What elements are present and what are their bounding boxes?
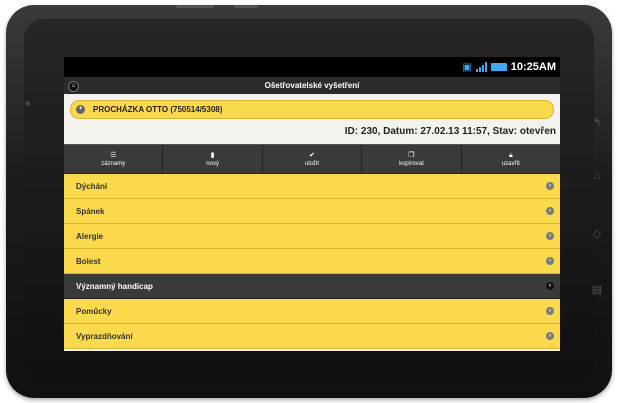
record-info-text: ID: 230, Datum: 27.02.13 11:57, Stav: ot… [344, 126, 556, 137]
list-item-spanek[interactable]: Spánek › [64, 199, 560, 224]
patient-bar[interactable]: + PROCHÁZKA OTTO (750514/5308) [70, 100, 554, 119]
list-item-pomucky[interactable]: Pomůcky › [64, 299, 560, 324]
list-item-vyprazdnovani[interactable]: Vyprazdňování › [64, 324, 560, 349]
copy-icon: ❐ [408, 151, 415, 159]
chevron-right-icon: › [546, 257, 554, 265]
search-hardware-icon[interactable]: ▤ [591, 284, 603, 296]
chevron-right-icon: › [546, 307, 554, 315]
list-item-dychani[interactable]: Dýchání › [64, 174, 560, 199]
list-item-alergie[interactable]: Alergie › [64, 224, 560, 249]
volume-button [176, 5, 214, 8]
list-item-label: Bolest [76, 256, 101, 266]
copy-button[interactable]: ❐ kopírovat [362, 145, 462, 173]
signal-icon [475, 62, 487, 72]
list-item-label: Pomůcky [76, 306, 112, 316]
section-list: Dýchání › Spánek › Alergie › Bolest › Vý… [64, 174, 560, 349]
new-document-icon: ▮ [210, 151, 215, 159]
list-item-label: Dýchání [76, 181, 108, 191]
list-item-label: Vyprazdňování [76, 331, 133, 341]
battery-icon [490, 63, 507, 71]
check-icon: ✔ [309, 151, 315, 159]
close-record-button-label: uzavřít [501, 160, 520, 167]
page-title: Ošetřovatelské vyšetření [264, 81, 360, 90]
patient-name: PROCHÁZKA OTTO (750514/5308) [93, 105, 223, 114]
list-item-bolest[interactable]: Bolest › [64, 249, 560, 274]
chevron-right-icon: › [546, 232, 554, 240]
save-button[interactable]: ✔ uložit [263, 145, 363, 173]
power-button [234, 5, 258, 8]
home-hardware-icon[interactable]: ⌂ [591, 170, 603, 182]
camera-icon [25, 101, 30, 106]
chevron-right-icon: › [546, 332, 554, 340]
chevron-right-icon: › [546, 282, 554, 290]
usb-icon: ▣ [462, 61, 472, 73]
copy-button-label: kopírovat [399, 160, 424, 167]
toolbar: ☰ záznamy ▮ nový ✔ uložit ❐ kopírovat 🔒︎… [64, 144, 560, 174]
list-item-vyznamny-handicap[interactable]: Významný handicap › [64, 274, 560, 299]
list-item-label: Alergie [76, 231, 104, 241]
menu-hardware-icon[interactable]: ◇ [591, 228, 603, 240]
list-item-label: Spánek [76, 206, 105, 216]
chevron-right-icon: › [546, 207, 554, 215]
new-button-label: nový [206, 160, 219, 167]
home-icon[interactable]: ⌂ [68, 81, 79, 92]
record-info: ID: 230, Datum: 27.02.13 11:57, Stav: ot… [64, 119, 560, 144]
list-icon: ☰ [110, 151, 117, 159]
back-hardware-icon[interactable]: ↰ [591, 117, 603, 129]
close-record-button[interactable]: 🔒︎ uzavřít [462, 145, 560, 173]
records-button-label: záznamy [101, 160, 126, 167]
save-button-label: uložit [305, 160, 320, 167]
new-button[interactable]: ▮ nový [163, 145, 263, 173]
status-time: 10:25AM [510, 61, 556, 73]
records-button[interactable]: ☰ záznamy [64, 145, 164, 173]
status-bar: ▣ 10:25AM [64, 57, 560, 77]
app-screen: ▣ 10:25AM ⌂ Ošetřovatelské vyšetření + P… [64, 57, 560, 351]
chevron-right-icon: › [546, 182, 554, 190]
list-item-label: Významný handicap [76, 281, 153, 291]
expand-icon[interactable]: + [76, 105, 85, 114]
lock-icon: 🔒︎ [508, 151, 513, 159]
app-header: ⌂ Ošetřovatelské vyšetření [64, 77, 560, 94]
